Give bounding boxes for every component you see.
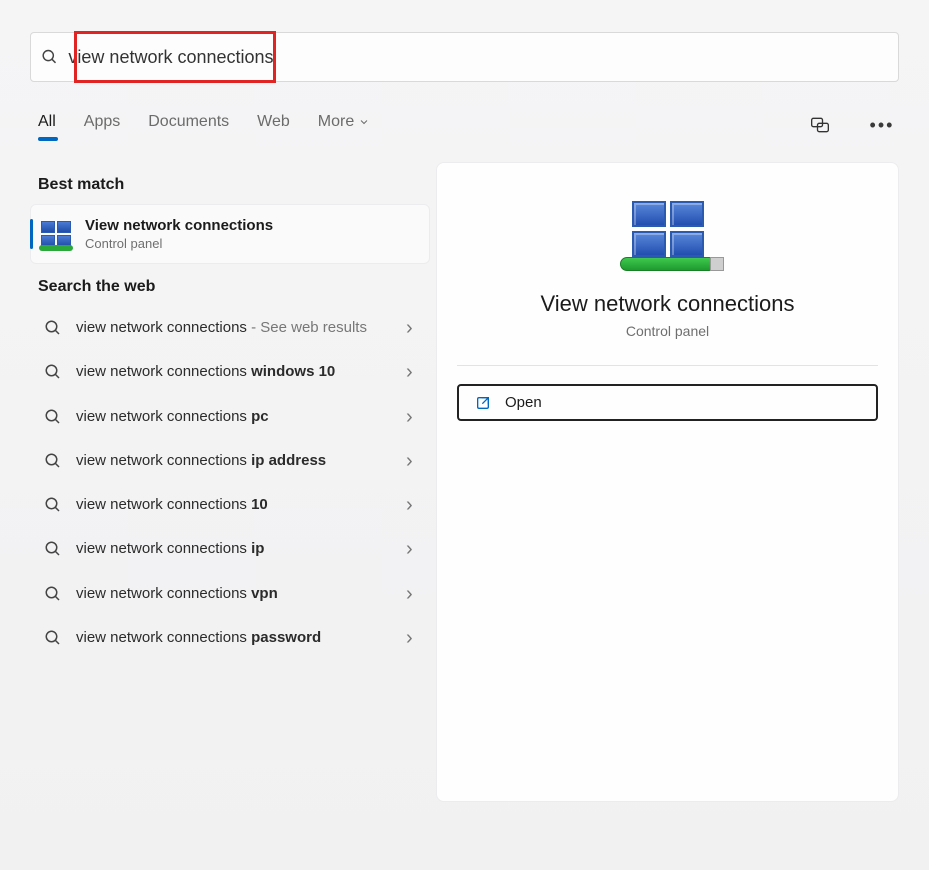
search-icon: [44, 319, 62, 337]
search-icon: [44, 496, 62, 514]
chevron-right-icon: ›: [406, 362, 416, 382]
web-result-item[interactable]: view network connections password ›: [30, 616, 430, 660]
web-result-label: view network connections windows 10: [76, 362, 392, 382]
filter-tabs: All Apps Documents Web More •••: [38, 108, 899, 142]
web-result-item[interactable]: view network connections 10 ›: [30, 483, 430, 527]
chat-icon-button[interactable]: [803, 108, 837, 142]
chevron-right-icon: ›: [406, 539, 416, 559]
chat-icon: [810, 115, 830, 135]
chevron-right-icon: ›: [406, 628, 416, 648]
more-options-button[interactable]: •••: [865, 108, 899, 142]
search-icon: [41, 48, 58, 66]
web-result-item[interactable]: view network connections - See web resul…: [30, 306, 430, 350]
detail-subtitle: Control panel: [457, 323, 878, 339]
web-result-label: view network connections - See web resul…: [76, 318, 392, 338]
chevron-right-icon: ›: [406, 407, 416, 427]
results-column: Best match View network connections Cont…: [0, 162, 430, 802]
section-search-web: Search the web: [38, 278, 422, 296]
web-result-item[interactable]: view network connections pc ›: [30, 395, 430, 439]
web-result-label: view network connections vpn: [76, 584, 392, 604]
open-button-label: Open: [505, 394, 542, 411]
ellipsis-icon: •••: [870, 115, 895, 136]
web-result-item[interactable]: view network connections ip ›: [30, 527, 430, 571]
best-match-title: View network connections: [85, 217, 273, 234]
open-button[interactable]: Open: [457, 384, 878, 421]
detail-title: View network connections: [457, 291, 878, 317]
open-external-icon: [475, 395, 491, 411]
detail-panel: View network connections Control panel O…: [436, 162, 899, 802]
web-result-item[interactable]: view network connections ip address ›: [30, 439, 430, 483]
tab-all[interactable]: All: [38, 113, 56, 137]
control-panel-icon-large: [626, 201, 710, 271]
start-search-window: All Apps Documents Web More ••• Best mat…: [0, 0, 929, 870]
control-panel-icon: [41, 221, 71, 247]
tab-more-label: More: [318, 113, 354, 131]
web-result-label: view network connections password: [76, 628, 392, 648]
web-result-label: view network connections ip: [76, 539, 392, 559]
web-result-item[interactable]: view network connections vpn ›: [30, 572, 430, 616]
web-result-item[interactable]: view network connections windows 10 ›: [30, 350, 430, 394]
search-icon: [44, 540, 62, 558]
web-results-list: view network connections - See web resul…: [30, 306, 430, 660]
chevron-right-icon: ›: [406, 451, 416, 471]
section-best-match: Best match: [38, 176, 422, 194]
tab-documents[interactable]: Documents: [148, 113, 229, 137]
search-icon: [44, 585, 62, 603]
search-icon: [44, 363, 62, 381]
web-result-label: view network connections 10: [76, 495, 392, 515]
best-match-result[interactable]: View network connections Control panel: [30, 204, 430, 264]
web-result-label: view network connections pc: [76, 407, 392, 427]
search-icon: [44, 452, 62, 470]
best-match-subtitle: Control panel: [85, 236, 273, 251]
search-bar[interactable]: [30, 32, 899, 82]
search-icon: [44, 629, 62, 647]
web-result-label: view network connections ip address: [76, 451, 392, 471]
chevron-right-icon: ›: [406, 318, 416, 338]
chevron-right-icon: ›: [406, 495, 416, 515]
chevron-right-icon: ›: [406, 584, 416, 604]
search-input[interactable]: [68, 47, 888, 68]
chevron-down-icon: [358, 116, 370, 128]
search-icon: [44, 408, 62, 426]
tab-more[interactable]: More: [318, 113, 370, 137]
tab-apps[interactable]: Apps: [84, 113, 120, 137]
tab-web[interactable]: Web: [257, 113, 290, 137]
detail-divider: [457, 365, 878, 366]
